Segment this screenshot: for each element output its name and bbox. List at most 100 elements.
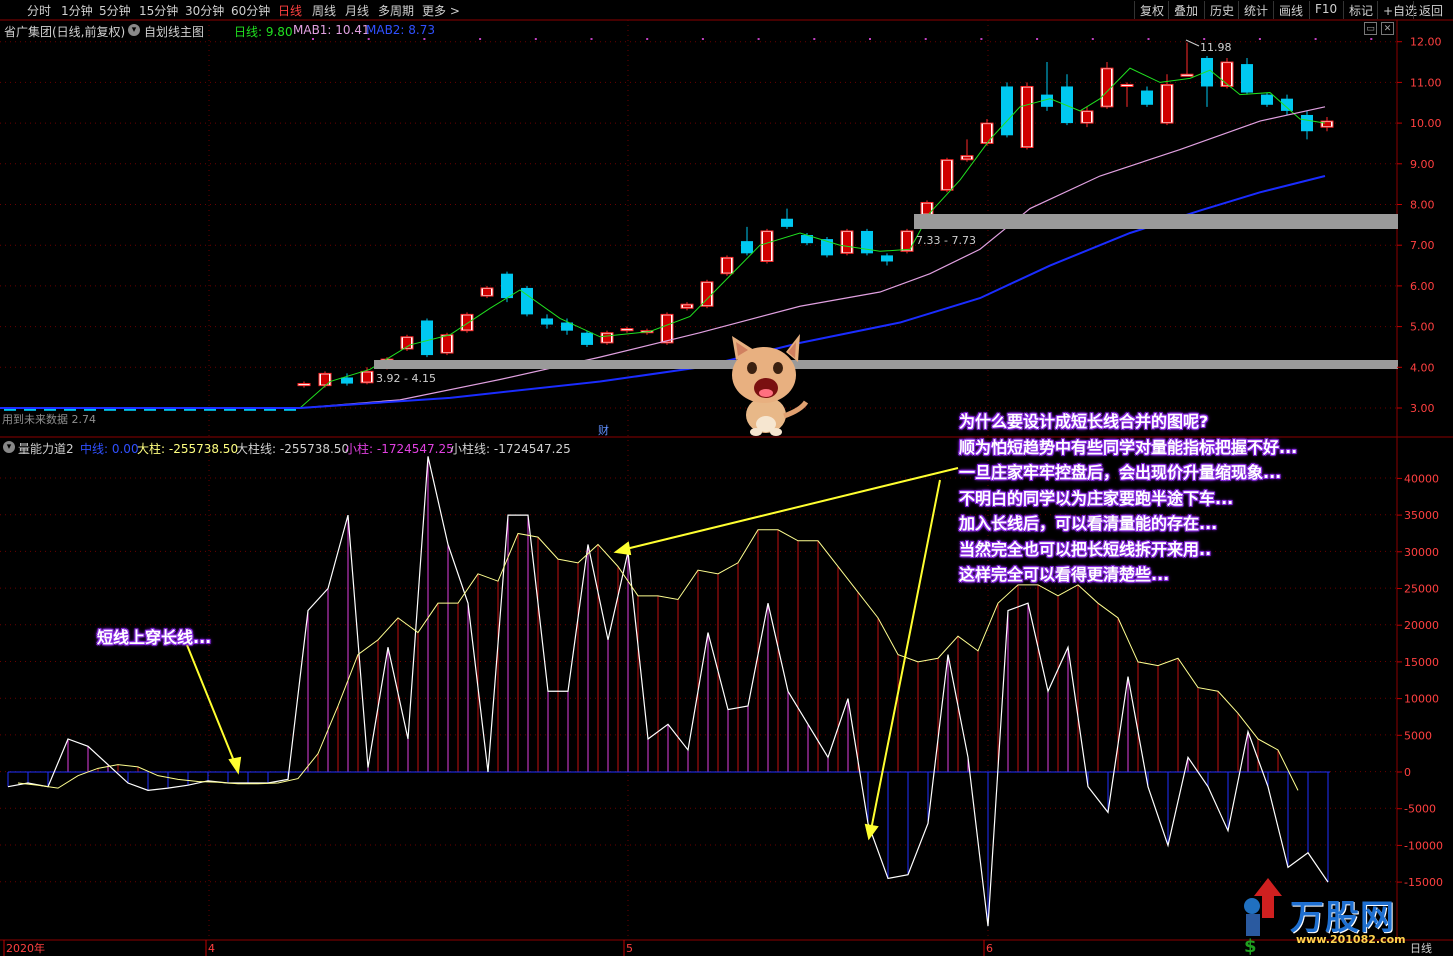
band-high-label: 7.33 - 7.73 bbox=[916, 234, 976, 247]
candle-down bbox=[1281, 98, 1293, 111]
watermark-logo-icon: $ bbox=[1244, 878, 1282, 956]
price-tick: 5.00 bbox=[1410, 321, 1435, 334]
candle-down bbox=[1141, 90, 1153, 105]
indicator-tick: 20000 bbox=[1404, 619, 1439, 632]
annotation-right-line: 不明白的同学以为庄家要跑半途下车... bbox=[959, 488, 1234, 508]
indicator-name[interactable]: 量能力道2 bbox=[18, 440, 74, 457]
candle-up-body bbox=[1023, 87, 1031, 147]
cat-mascot-icon bbox=[732, 334, 809, 436]
indicator-tick: 5000 bbox=[1404, 729, 1432, 742]
candle-up-body bbox=[483, 288, 491, 296]
period-label: 日线 bbox=[1410, 941, 1432, 955]
candle-up bbox=[1180, 73, 1194, 77]
indicator-tick: -10000 bbox=[1404, 839, 1443, 852]
candle-flat bbox=[144, 408, 156, 411]
candle-flat bbox=[4, 408, 16, 411]
indicator-tick: -5000 bbox=[1404, 803, 1436, 816]
candle-flat bbox=[164, 408, 176, 411]
candle-down bbox=[1001, 86, 1013, 136]
support-band-high bbox=[914, 214, 1398, 229]
candle-up-body bbox=[603, 333, 611, 342]
candle-up-body bbox=[963, 156, 971, 159]
candle-up-body bbox=[1163, 85, 1171, 123]
candle-down bbox=[1301, 114, 1313, 132]
indicator-tick: 10000 bbox=[1404, 693, 1439, 706]
candle-up-body bbox=[903, 231, 911, 251]
price-tick: 6.00 bbox=[1410, 280, 1435, 293]
annotation-right-line: 这样完全可以看得更清楚些... bbox=[959, 565, 1170, 584]
high-price-label: 11.98 bbox=[1200, 41, 1232, 54]
candle-flat bbox=[284, 408, 296, 411]
candle-flat bbox=[244, 408, 256, 411]
annotation-right-line: 为什么要设计成短长线合并的图呢? bbox=[959, 412, 1209, 431]
candle-down bbox=[1201, 57, 1213, 87]
dazhu-value: 大柱: -255738.50 bbox=[137, 442, 239, 456]
candle-up-body bbox=[1083, 111, 1091, 123]
price-axis: 12.00 11.00 10.00 9.00 8.00 7.00 6.00 5.00 4.00 3… bbox=[1397, 36, 1442, 415]
candle-up-body bbox=[443, 335, 451, 353]
candle-down bbox=[1061, 86, 1073, 124]
xiaozhu-value: 小柱: -1724547.25 bbox=[345, 442, 454, 456]
annotation-right: 为什么要设计成短长线合并的图呢? 顺为怕短趋势中有些同学对量能指标把握不好... 一… bbox=[959, 408, 1389, 588]
price-tick: 9.00 bbox=[1410, 158, 1435, 171]
candle-down bbox=[581, 332, 593, 345]
candle-down bbox=[881, 255, 893, 262]
candle-flat bbox=[84, 408, 96, 411]
indicator-tick: 30000 bbox=[1404, 546, 1439, 559]
candle-flat bbox=[64, 408, 76, 411]
price-tick: 11.00 bbox=[1410, 76, 1442, 89]
indicator-axis: 40000 35000 30000 25000 20000 15000 10000 5000 0… bbox=[1397, 472, 1443, 889]
candle-up-body bbox=[843, 231, 851, 253]
candle-up-body bbox=[763, 231, 771, 261]
candle-up-body bbox=[1103, 69, 1111, 106]
candle-down bbox=[341, 377, 353, 384]
candle-up-body bbox=[663, 315, 671, 342]
price-tick: 4.00 bbox=[1410, 361, 1435, 374]
candle-flat bbox=[44, 408, 56, 411]
candle-flat bbox=[204, 408, 216, 411]
candle-up-body bbox=[683, 305, 691, 308]
candle-up-body bbox=[463, 315, 471, 330]
finance-marker: 财 bbox=[598, 423, 609, 437]
annotation-right-line: 顺为怕短趋势中有些同学对量能指标把握不好... bbox=[959, 437, 1298, 457]
candle-up-body bbox=[723, 258, 731, 273]
candle-down bbox=[501, 273, 513, 299]
band-low-label: 3.92 - 4.15 bbox=[376, 372, 436, 385]
svg-text:$: $ bbox=[1244, 936, 1257, 956]
dazhuxian-value: 大柱线: -255738.50 bbox=[236, 442, 350, 456]
candle-flat bbox=[264, 408, 276, 411]
candle-flat bbox=[24, 408, 36, 411]
xiaozhuxian-value: 小柱线: -1724547.25 bbox=[450, 442, 571, 456]
indicator-tick: -15000 bbox=[1404, 876, 1443, 889]
future-data-label: 用到未来数据 2.74 bbox=[2, 412, 96, 426]
indicator-dropdown-icon[interactable]: ▾ bbox=[3, 441, 15, 453]
price-tick: 7.00 bbox=[1410, 239, 1435, 252]
candle-up-body bbox=[943, 160, 951, 190]
price-tick: 10.00 bbox=[1410, 117, 1442, 130]
candle-down bbox=[1241, 64, 1253, 93]
indicator-tick: 35000 bbox=[1404, 509, 1439, 522]
annotation-right-line: 当然完全也可以把长短线拆开来用.. bbox=[959, 539, 1212, 559]
indicator-tick: 0 bbox=[1404, 766, 1411, 779]
candle-down bbox=[781, 218, 793, 227]
ma-short-line bbox=[0, 67, 1326, 409]
price-tick: 12.00 bbox=[1410, 36, 1442, 49]
date-tick: 6 bbox=[986, 942, 993, 955]
annotation-right-line: 加入长线后，可以看清量能的存在... bbox=[959, 514, 1218, 533]
candle-down bbox=[1261, 94, 1273, 105]
candle-down bbox=[741, 241, 753, 254]
date-axis: 2020年 4 5 6 日线 bbox=[3, 940, 1432, 956]
candle-flat bbox=[224, 408, 236, 411]
date-tick: 4 bbox=[208, 942, 215, 955]
mid-line-value: 中线: 0.00 bbox=[80, 442, 139, 456]
annotation-left: 短线上穿长线... bbox=[97, 628, 212, 647]
annotation-right-line: 一旦庄家牢牢控盘后，会出现价升量缩现象... bbox=[959, 463, 1282, 482]
mab2-line bbox=[0, 175, 1326, 409]
price-tick: 3.00 bbox=[1410, 402, 1435, 415]
date-tick: 2020年 bbox=[6, 941, 45, 955]
watermark-url: www.201082.com bbox=[1296, 933, 1406, 946]
date-tick: 5 bbox=[626, 942, 633, 955]
candle-down bbox=[541, 318, 553, 325]
indicator-tick: 15000 bbox=[1404, 656, 1439, 669]
price-tick: 8.00 bbox=[1410, 199, 1435, 212]
